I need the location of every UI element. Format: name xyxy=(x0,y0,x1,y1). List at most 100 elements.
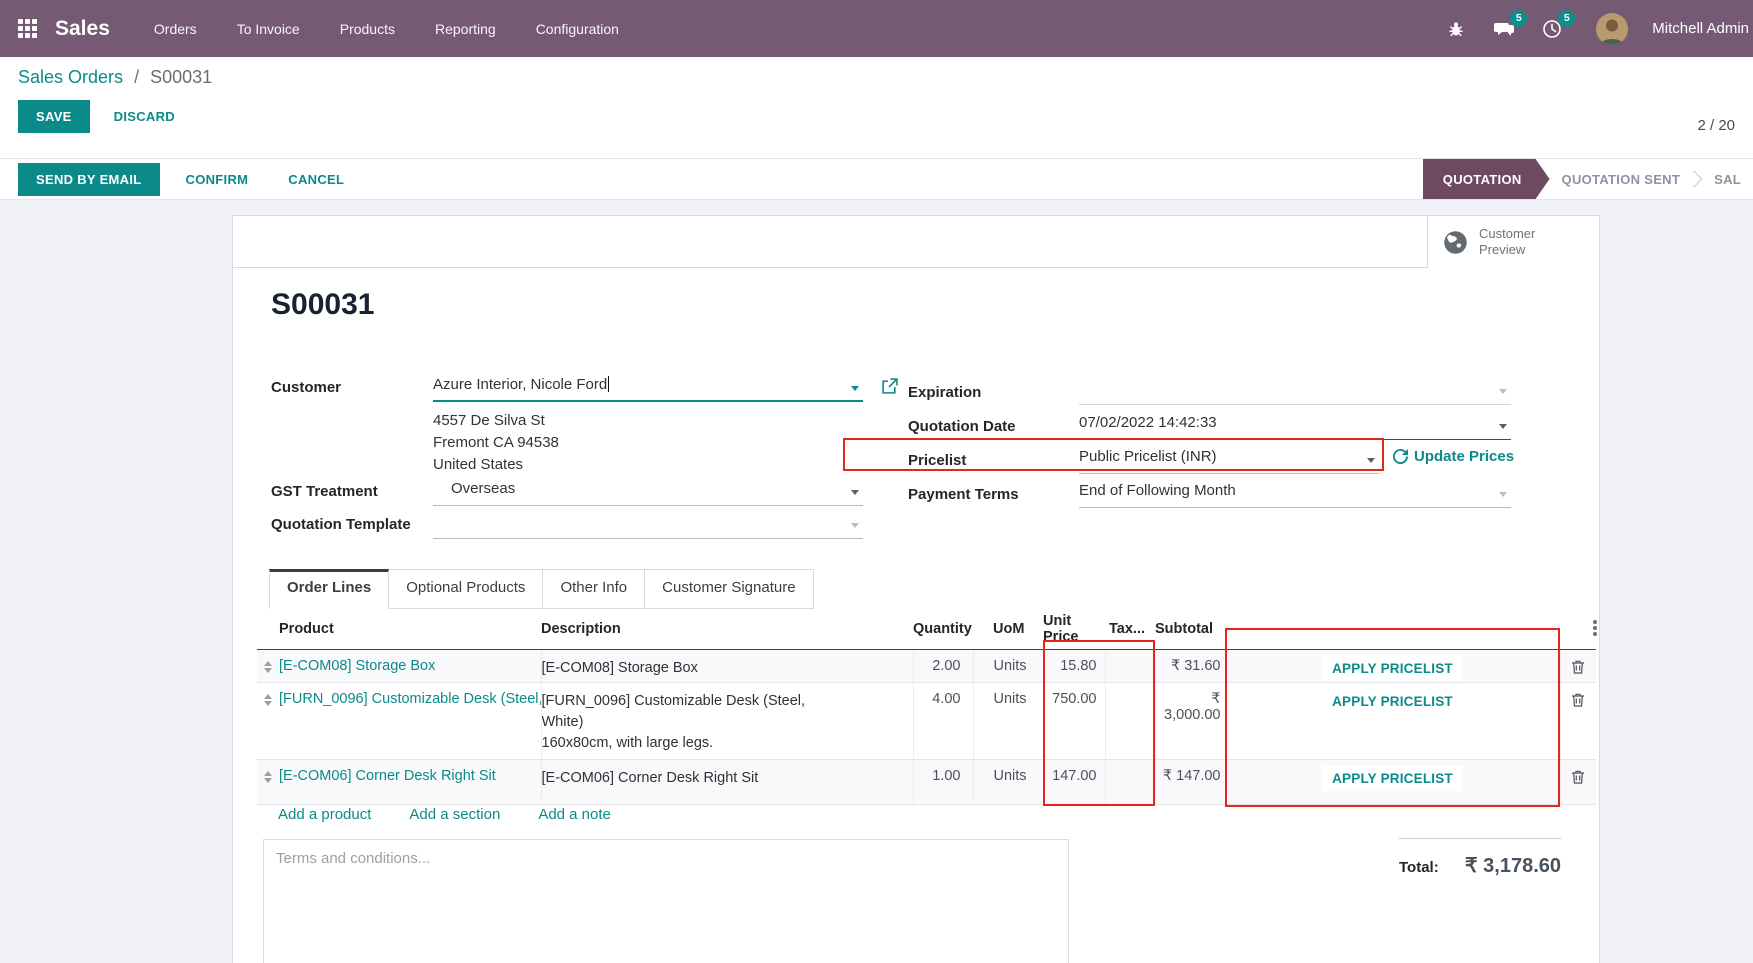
apps-menu-icon[interactable] xyxy=(18,19,37,38)
discard-button[interactable]: DISCARD xyxy=(100,101,189,132)
product-column-header[interactable]: Product xyxy=(279,609,541,650)
unit-price-column-header[interactable]: Unit Price xyxy=(1043,609,1105,650)
taxes-cell[interactable] xyxy=(1105,759,1156,805)
messages-icon[interactable]: 5 xyxy=(1492,9,1528,41)
total-value: ₹ 3,178.60 xyxy=(1464,855,1561,877)
apply-pricelist-button[interactable]: APPLY PRICELIST xyxy=(1322,765,1463,791)
nav-item-products[interactable]: Products xyxy=(338,15,397,43)
taxes-cell[interactable] xyxy=(1105,649,1156,683)
apply-column-header xyxy=(1225,609,1560,650)
quantity-cell[interactable]: 2.00 xyxy=(913,649,974,683)
payment-terms-select[interactable]: End of Following Month xyxy=(1079,482,1511,508)
messages-badge: 5 xyxy=(1510,9,1528,27)
handle-cell xyxy=(257,649,279,683)
product-link[interactable]: [FURN_0096] Customizable Desk (Steel, Wh… xyxy=(279,691,540,707)
optional-columns-icon[interactable] xyxy=(1591,618,1599,638)
description-cell[interactable]: [E-COM08] Storage Box xyxy=(541,649,914,683)
nav-menu: Orders To Invoice Products Reporting Configu… xyxy=(152,15,621,43)
product-cell[interactable]: [E-COM08] Storage Box xyxy=(279,649,542,683)
nav-item-to-invoice[interactable]: To Invoice xyxy=(235,15,302,43)
drag-handle-icon[interactable] xyxy=(262,770,274,783)
unit-price-cell[interactable]: 750.00 xyxy=(1043,682,1106,760)
trash-icon[interactable] xyxy=(1570,692,1586,708)
quantity-cell[interactable]: 4.00 xyxy=(913,682,974,760)
subtotal-cell: ₹ 3,000.00 xyxy=(1155,682,1226,760)
order-title: S00031 xyxy=(271,288,375,321)
activities-clock-icon[interactable]: 5 xyxy=(1540,9,1576,41)
uom-cell[interactable]: Units xyxy=(973,682,1044,760)
customer-preview-button[interactable]: Customer Preview xyxy=(1427,216,1599,268)
trash-icon[interactable] xyxy=(1570,769,1586,785)
cancel-button[interactable]: CANCEL xyxy=(274,164,358,195)
status-step-quotation-sent[interactable]: QUOTATION SENT xyxy=(1550,159,1693,199)
breadcrumb-sales-orders[interactable]: Sales Orders xyxy=(18,67,123,87)
terms-textarea[interactable] xyxy=(263,839,1069,963)
uom-cell[interactable]: Units xyxy=(973,759,1044,805)
expiration-input[interactable] xyxy=(1079,379,1511,405)
uom-cell[interactable]: Units xyxy=(973,649,1044,683)
record-pager[interactable]: 2 / 20 xyxy=(1697,117,1735,134)
status-step-sal[interactable]: SAL xyxy=(1702,159,1753,199)
tab-order-lines[interactable]: Order Lines xyxy=(269,569,390,609)
quotation-template-select[interactable] xyxy=(433,513,863,539)
customer-input[interactable]: Azure Interior, Nicole Ford xyxy=(433,376,863,402)
add-a-section-link[interactable]: Add a section xyxy=(409,806,500,823)
pricelist-select[interactable]: Public Pricelist (INR) xyxy=(1079,448,1379,474)
subtotal-column-header[interactable]: Subtotal xyxy=(1155,609,1225,650)
unit-price-cell[interactable]: 147.00 xyxy=(1043,759,1106,805)
confirm-button[interactable]: CONFIRM xyxy=(172,164,263,195)
gst-treatment-select[interactable]: Overseas xyxy=(433,480,863,506)
debug-bug-icon[interactable] xyxy=(1444,17,1468,41)
description-cell[interactable]: [FURN_0096] Customizable Desk (Steel, Whi… xyxy=(541,682,914,760)
send-by-email-button[interactable]: SEND BY EMAIL xyxy=(18,162,160,196)
taxes-cell[interactable] xyxy=(1105,682,1156,760)
product-link[interactable]: [E-COM06] Corner Desk Right Sit xyxy=(279,768,540,784)
save-button[interactable]: SAVE xyxy=(18,100,90,133)
breadcrumb-current: S00031 xyxy=(150,67,213,87)
tab-optional-products[interactable]: Optional Products xyxy=(389,569,544,609)
user-menu[interactable]: Mitchell Admin xyxy=(1652,20,1749,37)
tab-customer-signature[interactable]: Customer Signature xyxy=(645,569,814,609)
nav-item-orders[interactable]: Orders xyxy=(152,15,199,43)
apply-pricelist-button[interactable]: APPLY PRICELIST xyxy=(1322,655,1463,681)
quotation-template-label: Quotation Template xyxy=(271,516,411,533)
content-area: Customer Preview S00031 Customer Azure I… xyxy=(0,200,1753,963)
description-cell[interactable]: [E-COM06] Corner Desk Right Sit xyxy=(541,759,914,805)
description-column-header[interactable]: Description xyxy=(541,609,913,650)
drag-handle-icon[interactable] xyxy=(262,693,274,706)
top-navbar: Sales Orders To Invoice Products Reporting C… xyxy=(0,0,1753,57)
customer-caret-icon[interactable] xyxy=(851,386,859,391)
trash-icon[interactable] xyxy=(1570,659,1586,675)
payment-terms-caret-icon[interactable] xyxy=(1499,492,1507,497)
avatar[interactable] xyxy=(1596,12,1629,45)
handle-column-header xyxy=(257,609,279,650)
product-cell[interactable]: [FURN_0096] Customizable Desk (Steel, Wh… xyxy=(279,682,542,760)
quantity-column-header[interactable]: Quantity xyxy=(913,609,973,650)
quotation-date-input[interactable]: 07/02/2022 14:42:33 xyxy=(1079,414,1511,440)
description-line: White) xyxy=(541,713,584,730)
status-step-quotation[interactable]: QUOTATION xyxy=(1423,159,1550,199)
unit-price-cell[interactable]: 15.80 xyxy=(1043,649,1106,683)
pricelist-caret-icon[interactable] xyxy=(1367,458,1375,463)
add-a-product-link[interactable]: Add a product xyxy=(278,806,371,823)
apply-pricelist-button[interactable]: APPLY PRICELIST xyxy=(1322,688,1463,714)
gst-caret-icon[interactable] xyxy=(851,490,859,495)
nav-item-configuration[interactable]: Configuration xyxy=(534,15,621,43)
nav-item-reporting[interactable]: Reporting xyxy=(433,15,498,43)
add-a-note-link[interactable]: Add a note xyxy=(538,806,611,823)
tab-other-info[interactable]: Other Info xyxy=(543,569,646,609)
uom-column-header[interactable]: UoM xyxy=(973,609,1043,650)
app-brand[interactable]: Sales xyxy=(55,17,110,41)
apply-cell: APPLY PRICELIST xyxy=(1225,682,1561,760)
external-link-icon[interactable] xyxy=(881,378,898,395)
quotation-date-caret-icon[interactable] xyxy=(1499,424,1507,429)
expiration-caret-icon[interactable] xyxy=(1499,389,1507,394)
quantity-cell[interactable]: 1.00 xyxy=(913,759,974,805)
update-prices-link[interactable]: Update Prices xyxy=(1393,448,1514,465)
product-cell[interactable]: [E-COM06] Corner Desk Right Sit xyxy=(279,759,542,805)
quotation-date-label: Quotation Date xyxy=(908,418,1016,435)
product-link[interactable]: [E-COM08] Storage Box xyxy=(279,658,540,674)
drag-handle-icon[interactable] xyxy=(262,660,274,673)
taxes-column-header[interactable]: Tax... xyxy=(1105,609,1155,650)
template-caret-icon[interactable] xyxy=(851,523,859,528)
